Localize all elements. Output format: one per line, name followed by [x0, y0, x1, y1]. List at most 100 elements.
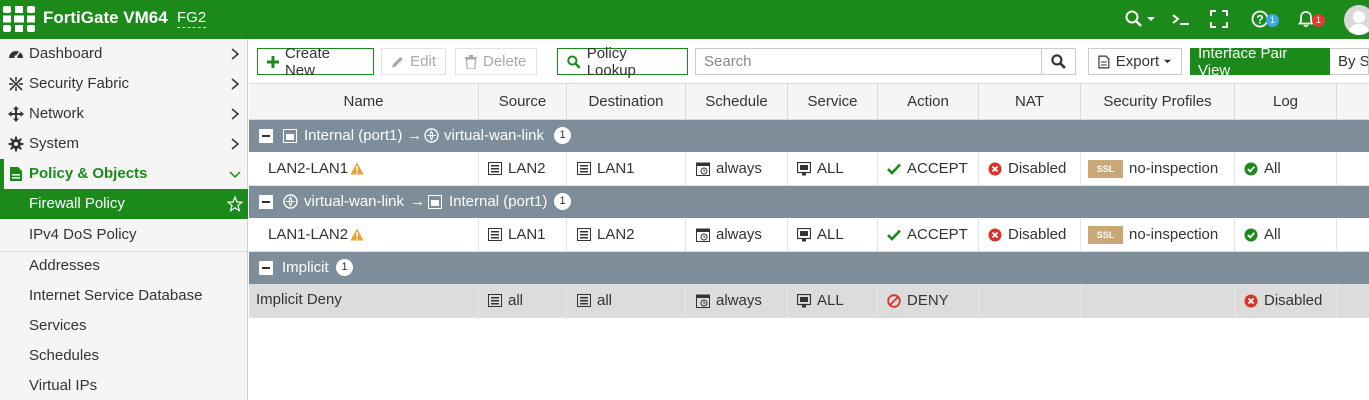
delete-button[interactable]: Delete: [455, 48, 537, 75]
group-arrow: →: [410, 193, 425, 210]
user-avatar[interactable]: [1344, 5, 1369, 35]
policy-nat: Disabled: [1008, 160, 1067, 177]
policy-security-profile-empty: [1081, 284, 1235, 317]
policy-group-header[interactable]: Internal (port1) → virtual-wan-link 1: [249, 120, 1369, 152]
schedule-icon: [696, 294, 710, 308]
table-header: Name Source Destination Schedule Service…: [249, 83, 1369, 120]
search-input[interactable]: [695, 48, 1042, 75]
policy-schedule: always: [716, 160, 762, 177]
schedule-icon: [696, 228, 710, 242]
edit-button[interactable]: Edit: [381, 48, 446, 75]
disabled-icon: [988, 228, 1002, 241]
sidebar-item-security-fabric[interactable]: Security Fabric: [0, 69, 248, 99]
create-new-button[interactable]: Create New: [257, 45, 374, 79]
address-icon: [488, 228, 502, 241]
column-header-action[interactable]: Action: [878, 84, 979, 120]
alerts-badge: 1: [1312, 13, 1325, 27]
dashboard-icon: [9, 51, 23, 59]
interface-pair-view-button[interactable]: Interface Pair View: [1190, 45, 1330, 79]
policy-security-profile: no-inspection: [1129, 160, 1219, 177]
fullscreen-button[interactable]: [1210, 8, 1228, 30]
policy-destination: all: [597, 292, 613, 309]
group-label: Implicit: [282, 259, 329, 276]
address-icon: [577, 228, 591, 241]
sidebar-item-addresses[interactable]: Addresses: [0, 251, 248, 281]
sidebar-item-label: Policy & Objects: [29, 165, 148, 182]
group-source-interface: Internal (port1): [304, 127, 403, 144]
group-arrow: →: [407, 127, 422, 144]
policy-group-header[interactable]: virtual-wan-link → Internal (port1) 1: [249, 186, 1369, 218]
table-row[interactable]: LAN2-LAN1 LAN2 LAN1 always ALL ACCEPT Di…: [249, 152, 1369, 186]
column-header-security-profiles[interactable]: Security Profiles: [1081, 84, 1235, 120]
policy-destination: LAN1: [597, 160, 635, 177]
policy-security-profile: no-inspection: [1129, 226, 1219, 243]
service-icon: [797, 161, 811, 175]
policy-lookup-label: Policy Lookup: [586, 44, 636, 79]
sidebar-item-label: System: [29, 135, 80, 152]
collapse-toggle[interactable]: [259, 195, 273, 209]
collapse-toggle[interactable]: [259, 261, 273, 275]
gear-icon: [8, 136, 24, 152]
schedule-icon: [696, 162, 710, 176]
help-button[interactable]: ? 1: [1251, 8, 1279, 30]
search-menu[interactable]: [1125, 8, 1156, 30]
sidebar: Dashboard Security Fabric Network System…: [0, 39, 248, 400]
sidebar-item-schedules[interactable]: Schedules: [0, 341, 248, 371]
policy-lookup-button[interactable]: Policy Lookup: [557, 45, 688, 79]
sidebar-item-internet-service-database[interactable]: Internet Service Database: [0, 281, 248, 311]
sidebar-item-firewall-policy[interactable]: Firewall Policy: [0, 189, 248, 219]
policy-service: ALL: [817, 226, 844, 243]
brand-title: FortiGate VM64: [43, 8, 168, 27]
policy-action: DENY: [907, 292, 949, 309]
table-row[interactable]: LAN1-LAN2 LAN1 LAN2 always ALL ACCEPT Di…: [249, 218, 1369, 252]
delete-label: Delete: [483, 53, 527, 70]
sidebar-item-services[interactable]: Services: [0, 311, 248, 341]
column-header-log[interactable]: Log: [1235, 84, 1337, 120]
notifications-button[interactable]: 1: [1297, 8, 1325, 30]
collapse-toggle[interactable]: [259, 129, 273, 143]
hostname-label[interactable]: FG2: [177, 9, 207, 28]
group-destination-interface: Internal (port1): [449, 193, 548, 210]
sd-wan-icon: [283, 194, 298, 209]
sd-wan-icon: [424, 128, 439, 143]
ssl-profile-tag: SSL: [1088, 225, 1123, 244]
sidebar-item-policy-objects[interactable]: Policy & Objects: [0, 159, 248, 189]
table-row[interactable]: Implicit Deny all all always ALL DENY Di…: [249, 284, 1369, 318]
policy-nat: Disabled: [1008, 226, 1067, 243]
column-header-source[interactable]: Source: [479, 84, 567, 120]
sidebar-item-system[interactable]: System: [0, 129, 248, 159]
sidebar-item-ipv4-dos-policy[interactable]: IPv4 DoS Policy: [0, 220, 248, 250]
chevron-right-icon: [231, 48, 240, 60]
fortinet-logo-icon[interactable]: [3, 6, 35, 32]
cli-console-button[interactable]: [1171, 8, 1191, 30]
sidebar-item-dashboard[interactable]: Dashboard: [0, 39, 248, 69]
terminal-icon: [1172, 14, 1189, 25]
group-destination-interface: virtual-wan-link: [444, 127, 545, 144]
policy-name: Implicit Deny: [256, 291, 342, 308]
search-submit-button[interactable]: [1042, 48, 1076, 75]
search-icon: [1051, 54, 1066, 69]
sidebar-item-network[interactable]: Network: [0, 99, 248, 129]
sidebar-item-label: Services: [29, 317, 87, 334]
column-header-nat[interactable]: NAT: [979, 84, 1081, 120]
address-icon: [577, 162, 591, 175]
sidebar-item-label: Dashboard: [29, 45, 103, 62]
sidebar-item-virtual-ips[interactable]: Virtual IPs: [0, 371, 248, 400]
export-button[interactable]: Export: [1088, 48, 1182, 75]
policy-toolbar: Create New Edit Delete Policy Lookup Exp…: [249, 39, 1369, 83]
warning-icon: [350, 228, 364, 241]
sequence-view-button[interactable]: By Se: [1330, 48, 1369, 75]
column-header-name[interactable]: Name: [249, 84, 479, 120]
sidebar-item-label: Network: [29, 105, 85, 122]
column-header-destination[interactable]: Destination: [567, 84, 686, 120]
column-header-schedule[interactable]: Schedule: [686, 84, 788, 120]
check-circle-icon: [1244, 228, 1258, 241]
address-icon: [488, 162, 502, 175]
policy-name: LAN2-LAN1: [268, 160, 349, 177]
create-new-label: Create New: [284, 44, 330, 79]
policy-group-header[interactable]: Implicit 1: [249, 252, 1369, 284]
column-header-service[interactable]: Service: [788, 84, 878, 120]
check-circle-icon: [1244, 162, 1258, 175]
search-icon: [1125, 10, 1142, 27]
star-icon[interactable]: [227, 196, 243, 212]
